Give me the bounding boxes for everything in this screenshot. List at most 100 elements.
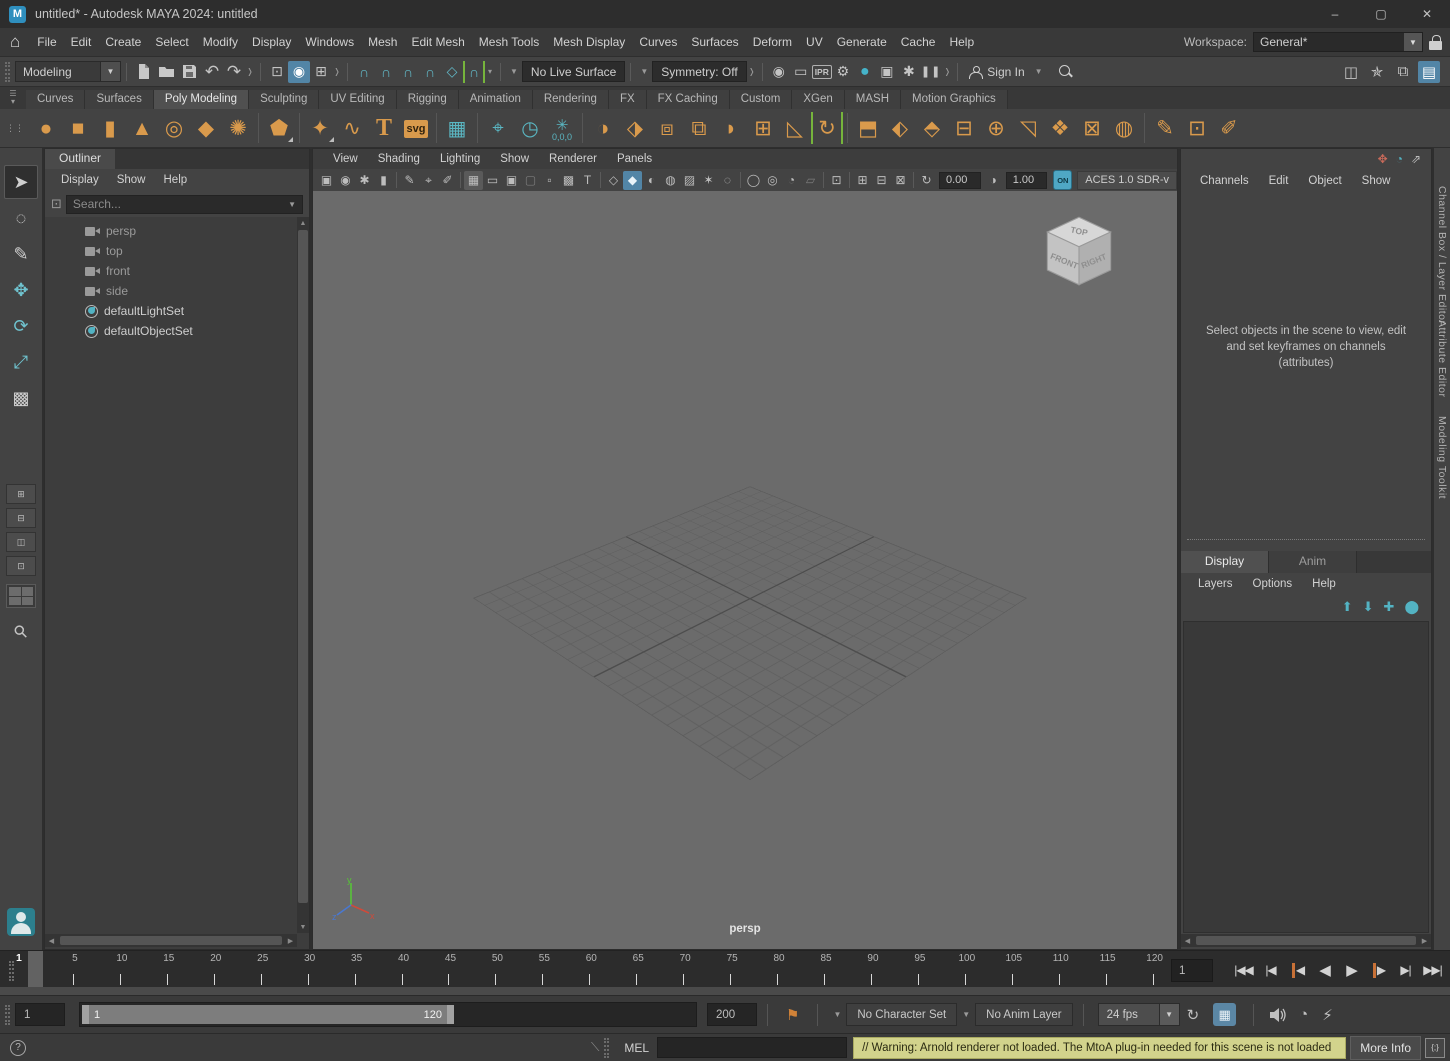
poly-cube-icon[interactable]: ■ bbox=[62, 112, 94, 144]
layer-editor-menu-item[interactable]: Help bbox=[1303, 576, 1345, 592]
snap-target-icon[interactable]: ⌖ bbox=[419, 171, 438, 190]
drag-handle[interactable] bbox=[5, 62, 10, 82]
triangulate-icon[interactable]: ◺ bbox=[779, 112, 811, 144]
fps-select[interactable]: 24 fps ▼ bbox=[1098, 1003, 1180, 1026]
lasso-tool-icon[interactable]: ◌ bbox=[4, 201, 38, 235]
svg-tool-icon[interactable]: svg bbox=[400, 112, 432, 144]
poly-plane-icon[interactable]: ◆ bbox=[190, 112, 222, 144]
script-editor-icon[interactable]: {;} bbox=[1425, 1038, 1445, 1058]
select-component-icon[interactable]: ⊞ bbox=[310, 61, 332, 83]
menu-item[interactable]: Help bbox=[942, 31, 981, 53]
chevron-down-icon[interactable]: ▼ bbox=[1035, 67, 1043, 76]
paint-select-tool-icon[interactable]: ✎ bbox=[4, 237, 38, 271]
shelf-tab[interactable]: Poly Modeling bbox=[154, 90, 249, 109]
duplicate-face-icon[interactable]: ⬖ bbox=[884, 112, 916, 144]
timeline-tick[interactable]: 80 bbox=[777, 951, 778, 987]
avatar[interactable] bbox=[7, 908, 35, 936]
timeline-ticks[interactable]: 5101520253035404550556065707580859095100… bbox=[26, 951, 1162, 987]
bookmark-add-icon[interactable]: ⚑ bbox=[786, 1006, 799, 1024]
range-slider[interactable]: 1 120 bbox=[79, 1002, 697, 1027]
mirror-icon[interactable]: ⧉ bbox=[683, 112, 715, 144]
boolean-icon[interactable]: ⧈ bbox=[651, 112, 683, 144]
chevron-down-icon[interactable]: ▼ bbox=[101, 61, 121, 82]
timeline-tick[interactable]: 70 bbox=[683, 951, 684, 987]
shelf-tab[interactable]: UV Editing bbox=[319, 90, 396, 109]
timeline-tick[interactable]: 40 bbox=[402, 951, 403, 987]
snap-curve-icon[interactable]: ∩ bbox=[375, 61, 397, 83]
minimize-button[interactable]: – bbox=[1312, 0, 1358, 28]
layout-button[interactable]: ⊟ bbox=[6, 508, 36, 528]
shelf-tab[interactable]: Curves bbox=[26, 90, 85, 109]
outliner-item[interactable]: defaultObjectSet bbox=[45, 321, 297, 341]
timeline-tick[interactable]: 65 bbox=[636, 951, 637, 987]
contrast-icon[interactable]: ◑ bbox=[984, 171, 1003, 190]
camera-attributes-icon[interactable]: ▣ bbox=[317, 171, 336, 190]
timeline-tick[interactable]: 55 bbox=[542, 951, 543, 987]
loop-playback-icon[interactable]: ↻ bbox=[1187, 1006, 1200, 1024]
divider[interactable] bbox=[582, 113, 583, 143]
tab-channel-box[interactable]: Channel Box / Layer Editor bbox=[1436, 186, 1448, 325]
shelf-tab[interactable]: FX Caching bbox=[647, 90, 730, 109]
pencil-curve-icon[interactable]: ✐ bbox=[1213, 112, 1245, 144]
chevron-down-icon[interactable]: ▼ bbox=[833, 1010, 841, 1019]
workspace-lock-icon[interactable] bbox=[1429, 35, 1442, 50]
shelf-tab[interactable]: Rendering bbox=[533, 90, 609, 109]
poly-torus-icon[interactable]: ◎ bbox=[158, 112, 190, 144]
save-scene-icon[interactable] bbox=[181, 63, 198, 80]
menu-item[interactable]: Mesh bbox=[361, 31, 404, 53]
menu-item[interactable]: Modify bbox=[196, 31, 245, 53]
open-scene-icon[interactable] bbox=[158, 63, 175, 80]
menu-item[interactable]: Display bbox=[245, 31, 298, 53]
make-live-icon[interactable]: ∩ bbox=[463, 61, 485, 83]
scrollbar-thumb[interactable] bbox=[60, 936, 282, 945]
chevron-down-icon[interactable]: ▼ bbox=[288, 200, 296, 209]
layout-button[interactable]: ⊞ bbox=[6, 484, 36, 504]
shelf-menu-icon[interactable]: ☰▾ bbox=[0, 90, 26, 109]
viewport-menu-item[interactable]: Show bbox=[492, 151, 537, 167]
camera-gear-icon[interactable]: ✱ bbox=[355, 171, 374, 190]
freeze-transform-icon[interactable]: ✳ 0,0,0 bbox=[546, 112, 578, 144]
divider[interactable] bbox=[913, 172, 914, 188]
textured-icon[interactable]: ◍ bbox=[661, 171, 680, 190]
current-frame-field[interactable]: 1 bbox=[1171, 959, 1213, 982]
scrollbar-thumb[interactable] bbox=[1196, 936, 1416, 945]
select-hierarchy-icon[interactable]: ⊡ bbox=[266, 61, 288, 83]
layer-new-selected-icon[interactable]: ⬤ bbox=[1404, 599, 1419, 615]
timeline-tick[interactable]: 90 bbox=[871, 951, 872, 987]
shelf-tab[interactable]: Custom bbox=[730, 90, 793, 109]
cached-playback-icon[interactable]: ▦ bbox=[1213, 1003, 1236, 1026]
redo-icon[interactable]: ↷ bbox=[223, 61, 245, 83]
timeline-tick[interactable]: 20 bbox=[214, 951, 215, 987]
timeline-tick[interactable]: 35 bbox=[355, 951, 356, 987]
scroll-right-icon[interactable]: ▶ bbox=[284, 937, 297, 945]
channel-box-menu-item[interactable]: Edit bbox=[1260, 173, 1298, 189]
shelf-tab[interactable]: MASH bbox=[845, 90, 901, 109]
animation-end-field[interactable]: 200 bbox=[707, 1003, 757, 1026]
timeline-tick[interactable]: 75 bbox=[730, 951, 731, 987]
pause-viewport-icon[interactable]: ❚❚ bbox=[920, 61, 942, 83]
timeline-tick[interactable]: 115 bbox=[1106, 951, 1107, 987]
bookmark-icon[interactable]: ▮ bbox=[374, 171, 393, 190]
current-frame-marker[interactable]: 1 bbox=[28, 951, 43, 987]
field-chart-icon[interactable]: ▫ bbox=[540, 171, 559, 190]
curve-pen-icon[interactable]: ✎ bbox=[1149, 112, 1181, 144]
snap-grid-icon[interactable]: ∩ bbox=[353, 61, 375, 83]
close-button[interactable]: ✕ bbox=[1404, 0, 1450, 28]
isolate-add-icon[interactable]: ⊞ bbox=[853, 171, 872, 190]
shelf-tab[interactable]: Rigging bbox=[397, 90, 459, 109]
viewport-menu-item[interactable]: Panels bbox=[609, 151, 660, 167]
drag-handle[interactable] bbox=[5, 1005, 10, 1025]
smooth-shade-icon[interactable]: ◆ bbox=[623, 171, 642, 190]
layer-editor-tab[interactable]: Display bbox=[1181, 551, 1269, 573]
timeline-tick[interactable]: 100 bbox=[965, 951, 966, 987]
lights-icon[interactable]: ✶ bbox=[699, 171, 718, 190]
viewport-menu-item[interactable]: Renderer bbox=[541, 151, 605, 167]
divider[interactable] bbox=[477, 113, 478, 143]
isolate-view-icon[interactable]: ⊠ bbox=[891, 171, 910, 190]
divider[interactable] bbox=[436, 113, 437, 143]
select-tool-icon[interactable]: ➤ bbox=[4, 165, 38, 199]
menu-item[interactable]: UV bbox=[799, 31, 830, 53]
circularize-icon[interactable]: ⊕ bbox=[980, 112, 1012, 144]
go-to-start-button[interactable]: |◀◀ bbox=[1230, 956, 1257, 984]
character-set-select[interactable]: No Character Set bbox=[846, 1003, 957, 1026]
